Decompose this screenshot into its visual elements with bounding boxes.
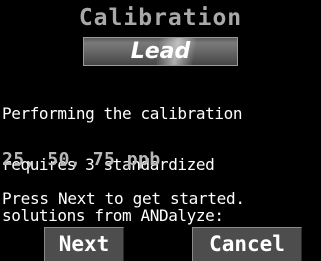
concentration-values: 25, 50, 75 ppb bbox=[2, 149, 161, 170]
message-line: solutions from ANDalyze: bbox=[2, 206, 224, 225]
analyte-banner: Lead bbox=[83, 37, 238, 66]
next-button[interactable]: Next bbox=[44, 227, 124, 261]
calibration-screen: Calibration Lead Performing the calibrat… bbox=[0, 0, 321, 261]
start-instruction: Press Next to get started. bbox=[2, 189, 245, 208]
cancel-button[interactable]: Cancel bbox=[192, 227, 302, 261]
analyte-label: Lead bbox=[130, 39, 191, 64]
message-line: Performing the calibration bbox=[2, 104, 243, 123]
page-title: Calibration bbox=[78, 5, 243, 31]
